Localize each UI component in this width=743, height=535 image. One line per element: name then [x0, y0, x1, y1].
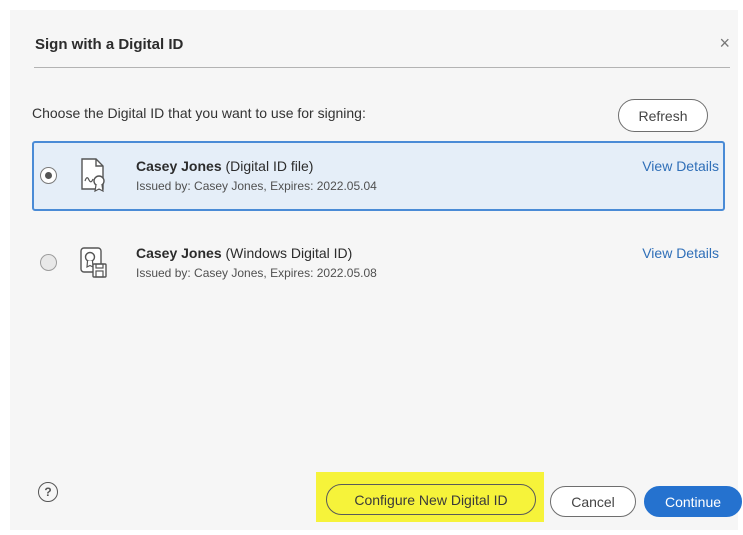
title-divider — [34, 67, 730, 68]
digital-id-row-file[interactable]: Casey Jones (Digital ID file) Issued by:… — [32, 141, 725, 211]
certificate-file-icon — [81, 158, 105, 193]
close-icon[interactable]: × — [719, 34, 730, 52]
choose-id-prompt: Choose the Digital ID that you want to u… — [32, 105, 366, 121]
digital-id-name: Casey Jones — [136, 158, 222, 174]
view-details-link[interactable]: View Details — [642, 158, 719, 174]
continue-button[interactable]: Continue — [644, 486, 742, 517]
help-icon[interactable]: ? — [38, 482, 58, 502]
radio-button-unselected[interactable] — [40, 254, 57, 271]
view-details-link[interactable]: View Details — [642, 245, 719, 261]
windows-certificate-icon — [80, 247, 107, 278]
cancel-button[interactable]: Cancel — [550, 486, 636, 517]
digital-id-row-windows[interactable]: Casey Jones (Windows Digital ID) Issued … — [32, 228, 725, 298]
digital-id-type: (Digital ID file) — [221, 158, 314, 174]
digital-id-name: Casey Jones — [136, 245, 222, 261]
dialog-title: Sign with a Digital ID — [35, 36, 184, 53]
digital-id-issued: Issued by: Casey Jones, Expires: 2022.05… — [136, 179, 377, 193]
refresh-button[interactable]: Refresh — [618, 99, 708, 132]
radio-button-selected[interactable] — [40, 167, 57, 184]
sign-digital-id-dialog: Sign with a Digital ID × Choose the Digi… — [10, 10, 742, 530]
configure-new-digital-id-button[interactable]: Configure New Digital ID — [326, 484, 536, 515]
digital-id-type: (Windows Digital ID) — [221, 245, 353, 261]
digital-id-issued: Issued by: Casey Jones, Expires: 2022.05… — [136, 266, 377, 280]
